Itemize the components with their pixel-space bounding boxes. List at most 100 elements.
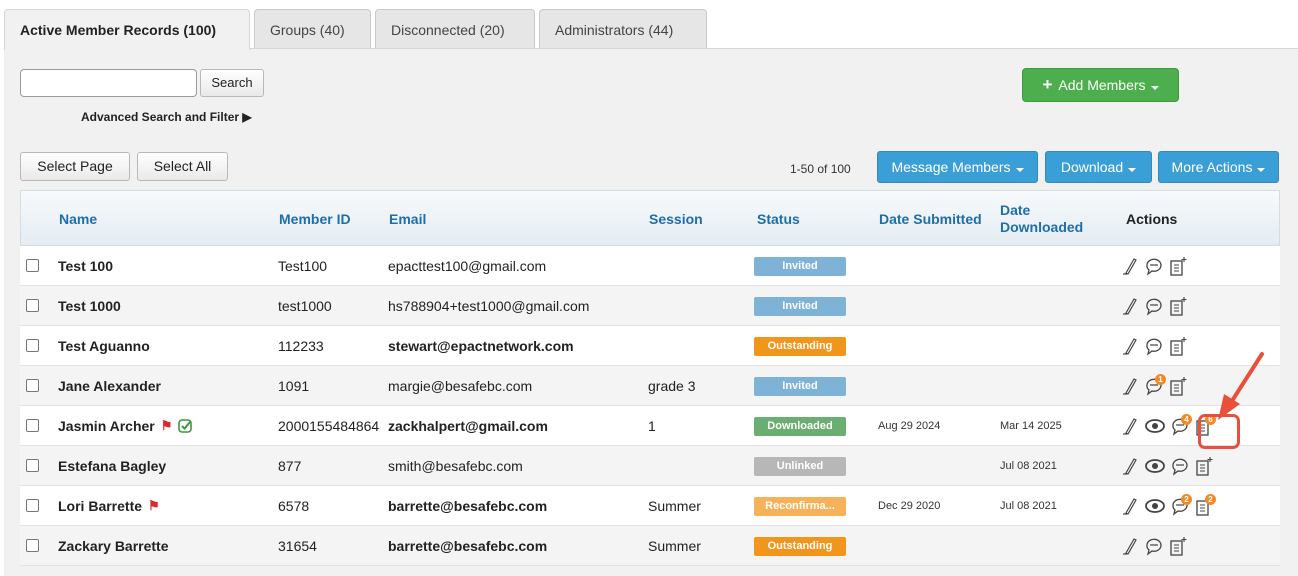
tab-administrators[interactable]: Administrators (44)	[539, 9, 707, 49]
download-button[interactable]: Download	[1045, 151, 1152, 183]
advanced-search-link[interactable]: Advanced Search and Filter ▶	[81, 110, 252, 124]
table-row[interactable]: Test 100 Test100 epacttest100@gmail.com Inv…	[20, 246, 1280, 286]
row-checkbox[interactable]	[26, 339, 39, 352]
row-actions: 22	[1120, 486, 1218, 526]
message-bubble-icon[interactable]: 1	[1144, 374, 1166, 397]
member-name[interactable]: Test 1000	[58, 286, 121, 326]
row-checkbox[interactable]	[26, 259, 39, 272]
member-name-text: Test 1000	[58, 298, 121, 314]
table-row[interactable]: Estefana Bagley 877 smith@besafebc.com Unli…	[20, 446, 1280, 486]
message-count-badge: 4	[1181, 414, 1192, 425]
member-id: 1091	[278, 378, 310, 394]
member-name[interactable]: Jasmin Archer ⚑	[58, 406, 193, 446]
view-eye-icon[interactable]	[1144, 415, 1166, 437]
member-name[interactable]: Jane Alexander	[58, 366, 161, 406]
member-email: zackhalpert@gmail.com	[388, 418, 548, 434]
view-eye-icon[interactable]	[1144, 495, 1166, 517]
col-actions: Actions	[1126, 210, 1178, 227]
status-cell: Outstanding	[754, 326, 846, 366]
edit-pencil-icon[interactable]	[1120, 375, 1140, 397]
select-all-button[interactable]: Select All	[137, 152, 228, 181]
date-downloaded: Mar 14 2025	[1000, 420, 1062, 432]
status-badge: Invited	[754, 376, 846, 396]
edit-pencil-icon[interactable]	[1120, 255, 1140, 277]
table-row[interactable]: Jasmin Archer ⚑ 2000155484864 zackhalpert@g…	[20, 406, 1280, 446]
member-name-text: Lori Barrette	[58, 498, 143, 514]
add-document-icon[interactable]	[1168, 375, 1188, 397]
row-checkbox[interactable]	[26, 379, 39, 392]
caret-down-icon	[1257, 168, 1266, 173]
edit-pencil-icon[interactable]	[1120, 455, 1140, 477]
select-page-button[interactable]: Select Page	[20, 152, 130, 181]
add-document-icon[interactable]	[1168, 535, 1188, 557]
table-row[interactable]: Jane Alexander 1091 margie@besafebc.com gra…	[20, 366, 1280, 406]
row-checkbox[interactable]	[26, 539, 39, 552]
table-row[interactable]: Test 1000 test1000 hs788904+test1000@gmail…	[20, 286, 1280, 326]
col-name[interactable]: Name	[59, 191, 97, 247]
paging-info: 1-50 of 100	[790, 162, 851, 176]
edit-pencil-icon[interactable]	[1120, 495, 1140, 517]
date-downloaded: Jul 08 2021	[1000, 460, 1057, 472]
more-actions-button[interactable]: More Actions	[1158, 151, 1279, 183]
member-email: barrette@besafebc.com	[388, 498, 548, 514]
row-checkbox[interactable]	[26, 459, 39, 472]
tab-disconnected[interactable]: Disconnected (20)	[375, 9, 535, 49]
status-badge: Unlinked	[754, 456, 846, 476]
member-name[interactable]: Test Aguanno	[58, 326, 150, 366]
date-submitted: Aug 29 2024	[878, 420, 941, 432]
row-checkbox[interactable]	[26, 499, 39, 512]
row-actions	[1120, 286, 1192, 326]
flag-icon: ⚑	[160, 418, 173, 433]
member-name[interactable]: Zackary Barrette	[58, 526, 169, 566]
row-checkbox[interactable]	[26, 419, 39, 432]
col-date-downloaded[interactable]: Date Downloaded	[1000, 191, 1100, 247]
member-email: hs788904+test1000@gmail.com	[388, 298, 590, 314]
message-bubble-icon[interactable]	[1144, 335, 1164, 357]
edit-pencil-icon[interactable]	[1120, 535, 1140, 557]
tab-bar: Active Member Records (100) Groups (40) …	[4, 9, 711, 50]
add-document-icon[interactable]	[1168, 255, 1188, 277]
member-id: Test100	[278, 258, 328, 274]
add-document-icon[interactable]	[1194, 455, 1214, 477]
member-email: epacttest100@gmail.com	[388, 258, 547, 274]
view-eye-icon[interactable]	[1144, 455, 1166, 477]
member-email: barrette@besafebc.com	[388, 538, 548, 554]
member-id: 6578	[278, 498, 310, 514]
message-bubble-icon[interactable]	[1144, 535, 1164, 557]
member-name[interactable]: Test 100	[58, 246, 113, 286]
message-members-label: Message Members	[891, 159, 1011, 175]
tab-groups[interactable]: Groups (40)	[254, 9, 371, 49]
table-row[interactable]: Test Aguanno 112233 stewart@epactnetwork.c…	[20, 326, 1280, 366]
row-checkbox[interactable]	[26, 299, 39, 312]
col-status[interactable]: Status	[757, 191, 800, 247]
member-session: Summer	[648, 498, 701, 514]
message-bubble-icon[interactable]	[1144, 255, 1164, 277]
edit-pencil-icon[interactable]	[1120, 415, 1140, 437]
search-button[interactable]: Search	[200, 69, 264, 97]
member-name[interactable]: Estefana Bagley	[58, 446, 166, 486]
member-email: smith@besafebc.com	[388, 458, 523, 474]
message-bubble-icon[interactable]: 4	[1170, 414, 1192, 437]
tab-active-member-records[interactable]: Active Member Records (100)	[4, 9, 250, 50]
message-bubble-icon[interactable]: 2	[1170, 494, 1192, 517]
search-input[interactable]	[20, 69, 197, 97]
member-name[interactable]: Lori Barrette ⚑	[58, 486, 160, 526]
col-date-submitted[interactable]: Date Submitted	[879, 191, 982, 247]
add-document-icon[interactable]	[1168, 295, 1188, 317]
status-cell: Outstanding	[754, 526, 846, 566]
add-document-icon[interactable]: 2	[1194, 494, 1216, 517]
table-row[interactable]: Lori Barrette ⚑ 6578 barrette@besafebc.com S…	[20, 486, 1280, 526]
message-bubble-icon[interactable]	[1170, 455, 1190, 477]
message-bubble-icon[interactable]	[1144, 295, 1164, 317]
status-badge: Outstanding	[754, 336, 846, 356]
col-member-id[interactable]: Member ID	[279, 191, 351, 247]
message-members-button[interactable]: Message Members	[877, 151, 1038, 183]
col-email[interactable]: Email	[389, 191, 426, 247]
edit-pencil-icon[interactable]	[1120, 295, 1140, 317]
add-document-icon[interactable]	[1168, 335, 1188, 357]
edit-pencil-icon[interactable]	[1120, 335, 1140, 357]
col-session[interactable]: Session	[649, 191, 703, 247]
table-row[interactable]: Zackary Barrette 31654 barrette@besafebc.c…	[20, 526, 1280, 566]
add-members-button[interactable]: + Add Members	[1022, 68, 1179, 102]
member-name-text: Estefana Bagley	[58, 458, 167, 474]
